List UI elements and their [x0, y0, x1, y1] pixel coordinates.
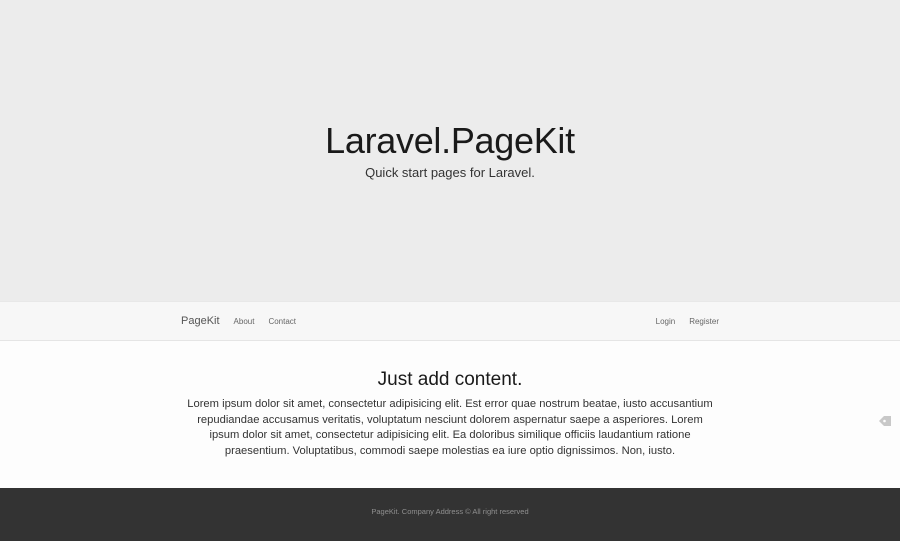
footer: PageKit. Company Address © All right res…: [0, 488, 900, 541]
nav-link-contact[interactable]: Contact: [268, 317, 296, 326]
nav-link-about[interactable]: About: [234, 317, 255, 326]
navbar-right: Login Register: [642, 317, 719, 326]
main-content: Just add content. Lorem ipsum dolor sit …: [0, 341, 900, 488]
footer-text: PageKit. Company Address © All right res…: [371, 507, 529, 516]
tag-icon[interactable]: [878, 414, 892, 428]
content-body: Lorem ipsum dolor sit amet, consectetur …: [187, 398, 713, 457]
navbar-inner: PageKit About Contact Login Register: [181, 302, 719, 340]
navbar: PageKit About Contact Login Register: [0, 301, 900, 341]
nav-link-register[interactable]: Register: [689, 317, 719, 326]
hero-section: Laravel.PageKit Quick start pages for La…: [0, 0, 900, 301]
navbar-brand-link[interactable]: PageKit: [181, 315, 220, 327]
nav-link-login[interactable]: Login: [656, 317, 676, 326]
content-heading: Just add content.: [377, 369, 523, 390]
hero-title: Laravel.PageKit: [325, 120, 575, 161]
hero-subtitle: Quick start pages for Laravel.: [365, 165, 535, 180]
